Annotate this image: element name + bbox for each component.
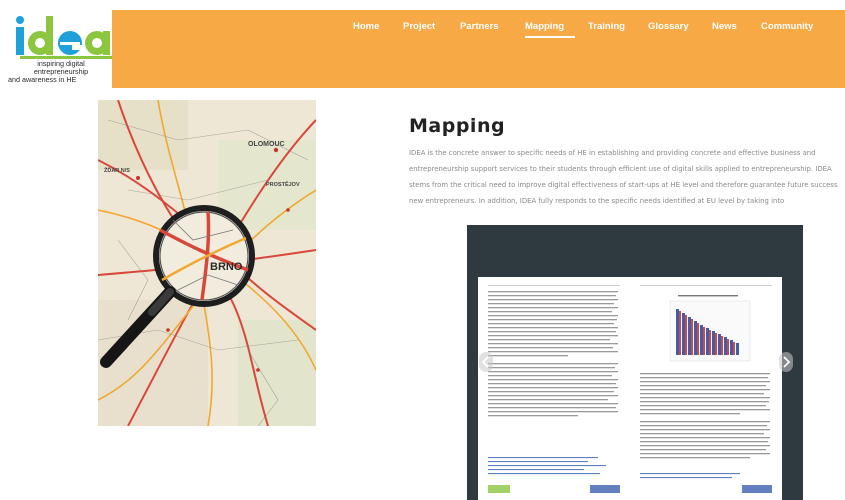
site-header: inspiring digital entrepreneurship and a… — [0, 0, 845, 88]
document-preview — [478, 277, 782, 500]
map-illustration: OLOMOUC ŽĎÁR N/S PROSTĚJOV BRNO — [98, 100, 316, 426]
nav-item-community[interactable]: Community — [761, 21, 813, 32]
page-title: Mapping — [409, 115, 506, 137]
slider-prev-button[interactable] — [479, 352, 493, 372]
page-right-content — [640, 285, 772, 493]
map-label: PROSTĚJOV — [266, 180, 300, 188]
logo-tagline: inspiring digital entrepreneurship and a… — [8, 60, 114, 84]
idea-logo-mark — [16, 16, 112, 59]
intro-paragraph: IDEA is the concrete answer to specific … — [409, 149, 838, 205]
map-magnifier-image: OLOMOUC ŽĎÁR N/S PROSTĚJOV BRNO — [98, 100, 316, 426]
page-left-content — [488, 285, 620, 493]
map-label: ŽĎÁR N/S — [104, 166, 130, 174]
nav-item-news[interactable]: News — [712, 21, 737, 32]
chevron-left-icon — [481, 356, 489, 368]
document-slider[interactable] — [467, 225, 803, 500]
document-page-right — [630, 277, 782, 500]
map-label: BRNO — [210, 261, 243, 273]
chevron-right-icon — [783, 356, 791, 368]
nav-item-glossary[interactable]: Glossary — [648, 21, 689, 32]
nav-item-home[interactable]: Home — [353, 21, 379, 32]
idea-logo[interactable]: inspiring digital entrepreneurship and a… — [4, 8, 112, 88]
map-label: OLOMOUC — [248, 141, 285, 148]
nav-item-mapping[interactable]: Mapping — [525, 21, 564, 32]
nav-item-project[interactable]: Project — [403, 21, 435, 32]
document-page-left — [478, 277, 630, 500]
slider-next-button[interactable] — [779, 352, 793, 372]
logo-tagline-line: and awareness in HE — [8, 75, 77, 84]
nav-item-training[interactable]: Training — [588, 21, 625, 32]
nav-active-indicator — [525, 36, 575, 38]
nav-item-partners[interactable]: Partners — [460, 21, 499, 32]
